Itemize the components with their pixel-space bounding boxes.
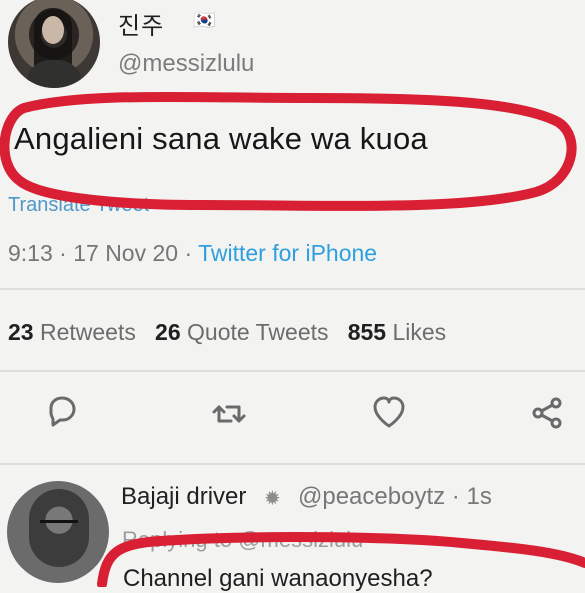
display-name[interactable]: 진주	[118, 6, 164, 41]
verified-badge-icon: ✹	[264, 488, 281, 510]
reply-separator: ·	[451, 483, 467, 510]
reply-avatar-eyes	[40, 520, 78, 531]
avatar-body	[26, 60, 82, 88]
reply-time: 1s	[466, 483, 492, 510]
tweet-metadata: 9:13 · 17 Nov 20 · Twitter for iPhone	[8, 240, 377, 267]
divider	[0, 288, 585, 290]
tweet-client-link[interactable]: Twitter for iPhone	[198, 240, 377, 266]
user-handle[interactable]: @messizlulu	[118, 50, 254, 78]
translate-tweet-link[interactable]: Translate Tweet	[8, 194, 149, 217]
retweet-icon[interactable]	[212, 397, 246, 437]
reply-tweet-text: Channel gani wanaonyesha?	[123, 565, 433, 592]
divider	[0, 463, 585, 465]
reply-handle-time[interactable]: @peaceboytz · 1s	[298, 483, 492, 511]
replying-to-text[interactable]: Replying to @messizlulu	[122, 527, 363, 553]
divider	[0, 370, 585, 372]
tweet-stats: 23 Retweets 26 Quote Tweets 855 Likes	[8, 319, 446, 346]
reply-handle[interactable]: @peaceboytz	[298, 483, 445, 510]
profile-avatar[interactable]	[8, 0, 100, 88]
meta-separator: ·	[184, 240, 199, 266]
avatar-face	[42, 16, 64, 44]
reply-display-name[interactable]: Bajaji driver	[121, 483, 246, 511]
likes-stat[interactable]: 855 Likes	[348, 319, 446, 345]
retweets-stat[interactable]: 23 Retweets	[8, 319, 136, 345]
tweet-actions	[0, 392, 585, 440]
meta-separator: ·	[59, 240, 74, 266]
quote-tweets-stat[interactable]: 26 Quote Tweets	[155, 319, 328, 345]
share-icon[interactable]	[530, 395, 564, 434]
tweet-text: Angalieni sana wake wa kuoa	[14, 121, 428, 156]
tweet-date: 17 Nov 20	[73, 240, 179, 266]
reply-avatar[interactable]	[7, 481, 109, 583]
tweet-time: 9:13	[8, 240, 53, 266]
heart-icon[interactable]	[370, 393, 408, 438]
reply-icon[interactable]	[45, 394, 79, 433]
flag-icon: 🇰🇷	[193, 10, 216, 30]
